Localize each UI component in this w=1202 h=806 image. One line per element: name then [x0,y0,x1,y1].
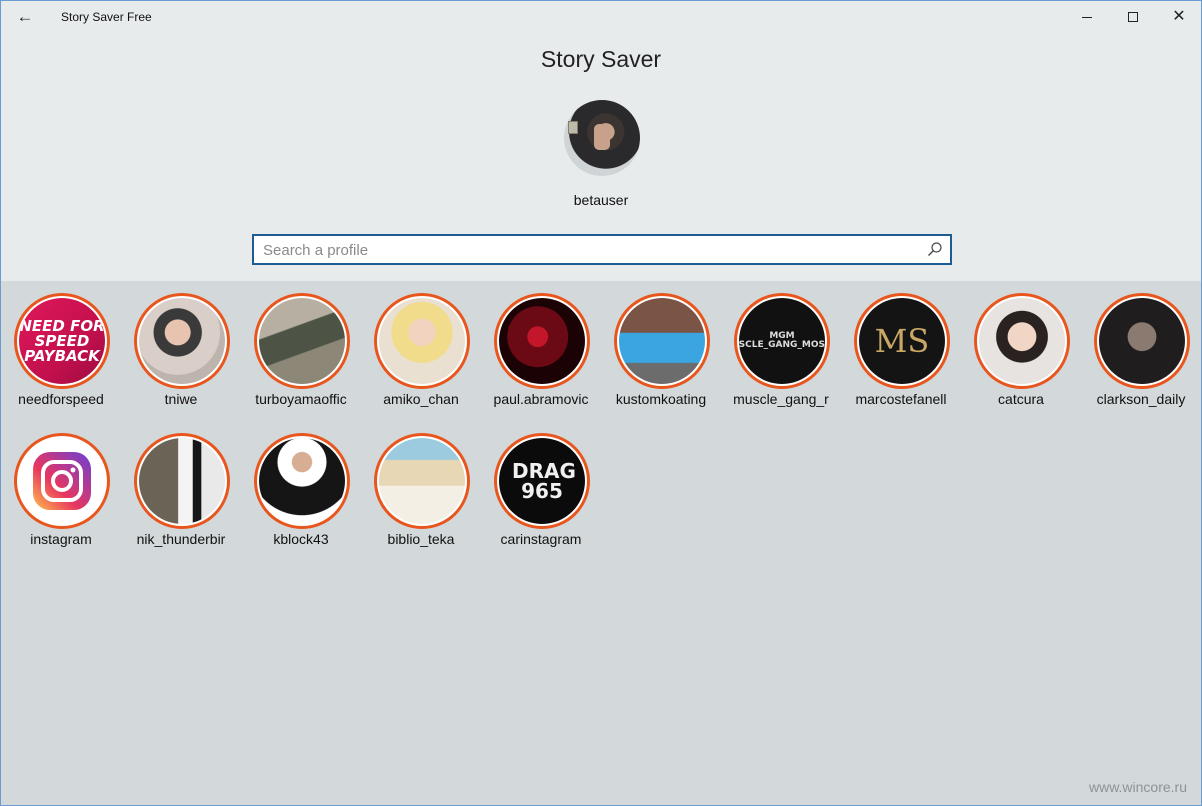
profile-tile-muscle-gang[interactable]: MGM #MUSCLE_GANG_MOSCOW muscle_gang_r [721,281,841,411]
profile-name: carinstagram [500,531,582,547]
profile-tile-turboyamaoffic[interactable]: turboyamaoffic [241,281,361,411]
story-ring[interactable] [614,293,710,389]
app-window: ← Story Saver Free ✕ Story Saver betause… [0,0,1202,806]
story-ring[interactable]: NEED FOR SPEED PAYBACK [14,293,110,389]
story-ring[interactable] [974,293,1070,389]
profile-tile-clarkson-daily[interactable]: clarkson_daily [1081,281,1201,411]
story-ring[interactable]: MS [854,293,950,389]
avatar-photo-hand [594,124,610,150]
profile-tile-nik-thunderbir[interactable]: nik_thunderbir [121,421,241,551]
page-title: Story Saver [540,46,662,72]
profile-tile-marcostefanell[interactable]: MS marcostefanell [841,281,961,411]
story-ring[interactable] [134,293,230,389]
story-ring[interactable] [14,433,110,529]
close-button[interactable]: ✕ [1156,1,1201,33]
profile-picture [259,438,345,524]
app-title: Story Saver Free [61,10,152,24]
profile-name: needforspeed [18,391,104,407]
close-icon: ✕ [1172,8,1186,25]
profiles-grid: NEED FOR SPEED PAYBACK needforspeed tniw… [1,281,1201,805]
minimize-icon [1082,16,1092,18]
profile-picture [259,298,345,384]
maximize-icon [1128,12,1138,22]
profile-name: amiko_chan [383,391,459,407]
profile-tile-needforspeed[interactable]: NEED FOR SPEED PAYBACK needforspeed [1,281,121,411]
profile-picture [499,298,585,384]
profile-tile-kustomkoating[interactable]: kustomkoating [601,281,721,411]
picture-text: MS [874,322,930,360]
user-avatar[interactable] [564,100,640,176]
profile-name: catcura [998,391,1044,407]
picture-text: NEED FOR SPEED PAYBACK [19,316,105,365]
arrow-left-icon: ← [16,7,34,26]
profile-picture: MGM #MUSCLE_GANG_MOSCOW [739,298,825,384]
title-bar: ← Story Saver Free ✕ [1,1,1201,33]
profile-tile-biblio-teka[interactable]: biblio_teka [361,421,481,551]
profile-tile-instagram[interactable]: instagram [1,421,121,551]
username: betauser [573,192,629,208]
header: Story Saver betauser [1,33,1201,281]
profile-picture: DRAG 965 [499,438,585,524]
profile-name: kblock43 [273,531,329,547]
search-box[interactable] [252,234,952,265]
instagram-logo-icon [33,452,91,510]
profile-tile-kblock43[interactable]: kblock43 [241,421,361,551]
profile-tile-carinstagram[interactable]: DRAG 965 carinstagram [481,421,601,551]
picture-text: MGM #MUSCLE_GANG_MOSCOW [739,331,825,350]
back-button[interactable]: ← [9,3,41,31]
profile-picture [1099,298,1185,384]
profile-tile-tniwe[interactable]: tniwe [121,281,241,411]
profile-name: paul.abramovic [493,391,589,407]
profile-picture: NEED FOR SPEED PAYBACK [19,298,105,384]
profile-tile-paul-abramovic[interactable]: paul.abramovic [481,281,601,411]
profile-picture [619,298,705,384]
profile-name: nik_thunderbir [136,531,226,547]
profile-name: turboyamaoffic [255,391,347,407]
watermark: www.wincore.ru [1088,779,1187,795]
profile-picture [139,298,225,384]
story-ring[interactable]: DRAG 965 [494,433,590,529]
profile-name: instagram [30,531,92,547]
story-ring[interactable] [1094,293,1190,389]
avatar-photo-detail [568,121,578,134]
profile-name: biblio_teka [387,531,455,547]
profile-picture [379,438,465,524]
story-ring[interactable] [374,293,470,389]
profile-name: clarkson_daily [1096,391,1186,407]
story-ring[interactable] [494,293,590,389]
profile-name: muscle_gang_r [733,391,829,407]
minimize-button[interactable] [1064,1,1110,33]
profile-name: tniwe [164,391,198,407]
search-input[interactable] [263,240,913,260]
profile-picture [139,438,225,524]
profile-picture: MS [859,298,945,384]
search-icon[interactable] [927,241,943,257]
profile-tile-amiko-chan[interactable]: amiko_chan [361,281,481,411]
profile-picture [979,298,1065,384]
picture-text: DRAG 965 [512,459,576,503]
profile-name: kustomkoating [615,391,707,407]
story-ring[interactable] [254,433,350,529]
profile-picture [379,298,465,384]
profile-picture [19,438,105,524]
story-ring[interactable] [374,433,470,529]
profile-name: marcostefanell [855,391,947,407]
story-ring[interactable]: MGM #MUSCLE_GANG_MOSCOW [734,293,830,389]
story-ring[interactable] [134,433,230,529]
maximize-button[interactable] [1110,1,1156,33]
profile-tile-catcura[interactable]: catcura [961,281,1081,411]
story-ring[interactable] [254,293,350,389]
